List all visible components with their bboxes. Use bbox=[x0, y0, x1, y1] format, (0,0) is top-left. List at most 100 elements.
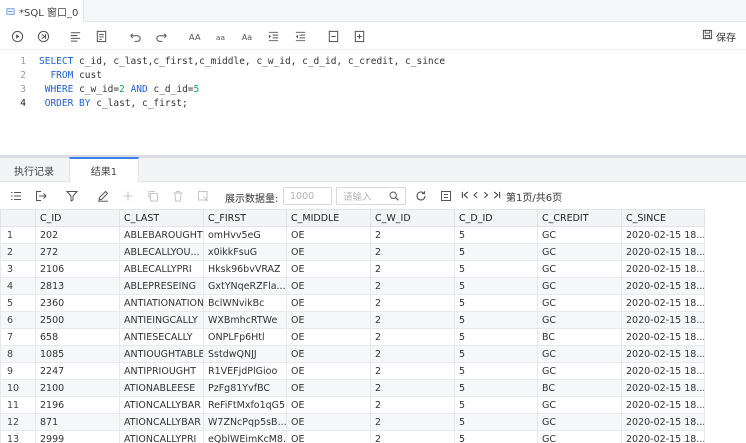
cell-c-last[interactable]: ATIONCALLYBAR bbox=[119, 413, 204, 431]
tab-result[interactable]: 结果1 bbox=[69, 157, 139, 182]
table-row[interactable]: 7 658 ANTIESECALLY ONPLFp6Htl OE 2 5 BC 2020-02-… bbox=[0, 328, 705, 346]
cell-c-w-id[interactable]: 2 bbox=[370, 379, 455, 397]
cell-c-d-id[interactable]: 5 bbox=[454, 413, 538, 431]
cell-c-first[interactable]: eQblWEimKcM8... bbox=[203, 430, 287, 443]
next-page-icon[interactable] bbox=[482, 190, 490, 203]
cell-c-id[interactable]: 2100 bbox=[35, 379, 120, 397]
cell-c-middle[interactable]: OE bbox=[286, 311, 371, 329]
cell-c-d-id[interactable]: 5 bbox=[454, 311, 538, 329]
indent-icon[interactable] bbox=[266, 29, 280, 43]
cell-c-w-id[interactable]: 2 bbox=[370, 277, 455, 295]
outdent-icon[interactable] bbox=[293, 29, 307, 43]
lowercase-icon[interactable]: aa bbox=[214, 29, 228, 43]
column-header-c-w-id[interactable]: C_W_ID bbox=[370, 209, 455, 227]
cell-c-id[interactable]: 871 bbox=[35, 413, 120, 431]
cell-c-id[interactable]: 658 bbox=[35, 328, 120, 346]
copy-row-icon[interactable] bbox=[146, 189, 160, 203]
cell-c-since[interactable]: 2020-02-15 18... bbox=[621, 226, 705, 244]
cell-c-middle[interactable]: OE bbox=[286, 260, 371, 278]
cell-c-w-id[interactable]: 2 bbox=[370, 362, 455, 380]
row-number[interactable]: 4 bbox=[0, 277, 36, 295]
cell-c-credit[interactable]: BC bbox=[537, 379, 622, 397]
cell-c-credit[interactable]: GC bbox=[537, 362, 622, 380]
row-number[interactable]: 5 bbox=[0, 294, 36, 312]
table-row[interactable]: 1 202 ABLEBAROUGHT omHvv5eG OE 2 5 GC 2020-02-15… bbox=[0, 226, 705, 244]
cell-c-first[interactable]: W7ZNcPqp5sB... bbox=[203, 413, 287, 431]
cell-c-first[interactable]: omHvv5eG bbox=[203, 226, 287, 244]
table-row[interactable]: 2 272 ABLECALLYOU... x0ikkFsuG OE 2 5 GC 2020-02… bbox=[0, 243, 705, 261]
column-header-c-first[interactable]: C_FIRST bbox=[203, 209, 287, 227]
sql-editor[interactable]: 1 SELECT c_id, c_last,c_first,c_middle, … bbox=[0, 51, 746, 155]
column-header-c-since[interactable]: C_SINCE bbox=[621, 209, 705, 227]
cell-c-last[interactable]: ATIONCALLYPRI bbox=[119, 430, 204, 443]
cell-c-d-id[interactable]: 5 bbox=[454, 345, 538, 363]
last-page-icon[interactable] bbox=[492, 190, 501, 203]
cell-c-d-id[interactable]: 5 bbox=[454, 260, 538, 278]
cell-c-credit[interactable]: GC bbox=[537, 345, 622, 363]
table-row[interactable]: 10 2100 ATIONABLEESE PzFg81YvfBC OE 2 5 BC 2020-… bbox=[0, 379, 705, 397]
cell-c-w-id[interactable]: 2 bbox=[370, 430, 455, 443]
run-selected-icon[interactable] bbox=[36, 29, 50, 43]
table-row[interactable]: 6 2500 ANTIEINGCALLY WXBmhcRTWe OE 2 5 GC 2020-0… bbox=[0, 311, 705, 329]
cell-c-last[interactable]: ANTIEINGCALLY bbox=[119, 311, 204, 329]
cell-c-w-id[interactable]: 2 bbox=[370, 413, 455, 431]
cell-c-last[interactable]: ABLEBAROUGHT bbox=[119, 226, 204, 244]
explain-icon[interactable] bbox=[94, 29, 108, 43]
cell-c-first[interactable]: PzFg81YvfBC bbox=[203, 379, 287, 397]
cell-c-last[interactable]: ABLEPRESEING bbox=[119, 277, 204, 295]
cell-c-middle[interactable]: OE bbox=[286, 430, 371, 443]
cell-c-d-id[interactable]: 5 bbox=[454, 328, 538, 346]
row-number[interactable]: 6 bbox=[0, 311, 36, 329]
tab-history[interactable]: 执行记录 bbox=[0, 158, 68, 182]
capitalize-icon[interactable]: Aa bbox=[240, 29, 254, 43]
cell-c-id[interactable]: 2813 bbox=[35, 277, 120, 295]
row-number[interactable]: 9 bbox=[0, 362, 36, 380]
cell-c-w-id[interactable]: 2 bbox=[370, 396, 455, 414]
cell-c-id[interactable]: 2106 bbox=[35, 260, 120, 278]
uppercase-icon[interactable]: AA bbox=[187, 29, 201, 43]
save-button[interactable]: 保存 bbox=[702, 28, 736, 44]
row-number[interactable]: 12 bbox=[0, 413, 36, 431]
edit-icon[interactable] bbox=[96, 189, 110, 203]
run-icon[interactable] bbox=[10, 29, 24, 43]
comment-icon[interactable] bbox=[326, 29, 340, 43]
cell-c-last[interactable]: ANTIATIONATION bbox=[119, 294, 204, 312]
cell-c-id[interactable]: 2500 bbox=[35, 311, 120, 329]
filter-icon[interactable] bbox=[65, 189, 79, 203]
cell-c-last[interactable]: ANTIOUGHTABLE bbox=[119, 345, 204, 363]
table-row[interactable]: 11 2196 ATIONCALLYBAR ReFiFtMxfo1qG5 OE 2 5 GC 2… bbox=[0, 396, 705, 414]
cell-c-middle[interactable]: OE bbox=[286, 226, 371, 244]
cell-c-credit[interactable]: GC bbox=[537, 226, 622, 244]
search-input[interactable]: 请输入 bbox=[336, 187, 406, 205]
cell-c-d-id[interactable]: 5 bbox=[454, 379, 538, 397]
table-row[interactable]: 13 2999 ATIONCALLYPRI eQblWEimKcM8... OE 2 5 GC… bbox=[0, 430, 705, 443]
cell-c-credit[interactable]: BC bbox=[537, 328, 622, 346]
cell-c-credit[interactable]: GC bbox=[537, 430, 622, 443]
column-header-c-middle[interactable]: C_MIDDLE bbox=[286, 209, 371, 227]
cell-c-since[interactable]: 2020-02-15 18... bbox=[621, 396, 705, 414]
cell-c-credit[interactable]: GC bbox=[537, 243, 622, 261]
row-number[interactable]: 2 bbox=[0, 243, 36, 261]
cell-c-w-id[interactable]: 2 bbox=[370, 328, 455, 346]
cell-c-credit[interactable]: GC bbox=[537, 294, 622, 312]
cell-c-d-id[interactable]: 5 bbox=[454, 226, 538, 244]
table-row[interactable]: 9 2247 ANTIPRIOUGHT R1VEFjdPlGioo OE 2 5 GC 2020… bbox=[0, 362, 705, 380]
undo-icon[interactable] bbox=[128, 29, 142, 43]
table-row[interactable]: 5 2360 ANTIATIONATION BclWNvikBc OE 2 5 GC 2020-… bbox=[0, 294, 705, 312]
cell-c-d-id[interactable]: 5 bbox=[454, 362, 538, 380]
cell-c-middle[interactable]: OE bbox=[286, 345, 371, 363]
cell-c-first[interactable]: Hksk96bvVRAZ bbox=[203, 260, 287, 278]
redo-icon[interactable] bbox=[154, 29, 168, 43]
cell-c-since[interactable]: 2020-02-15 18... bbox=[621, 311, 705, 329]
cell-c-d-id[interactable]: 5 bbox=[454, 396, 538, 414]
cell-c-credit[interactable]: GC bbox=[537, 260, 622, 278]
cell-c-since[interactable]: 2020-02-15 18... bbox=[621, 362, 705, 380]
cell-c-w-id[interactable]: 2 bbox=[370, 311, 455, 329]
cell-c-first[interactable]: ReFiFtMxfo1qG5 bbox=[203, 396, 287, 414]
cell-c-d-id[interactable]: 5 bbox=[454, 277, 538, 295]
cell-c-id[interactable]: 1085 bbox=[35, 345, 120, 363]
table-row[interactable]: 3 2106 ABLECALLYPRI Hksk96bvVRAZ OE 2 5 GC 2020-… bbox=[0, 260, 705, 278]
cell-c-w-id[interactable]: 2 bbox=[370, 294, 455, 312]
row-number[interactable]: 7 bbox=[0, 328, 36, 346]
cell-c-w-id[interactable]: 2 bbox=[370, 243, 455, 261]
